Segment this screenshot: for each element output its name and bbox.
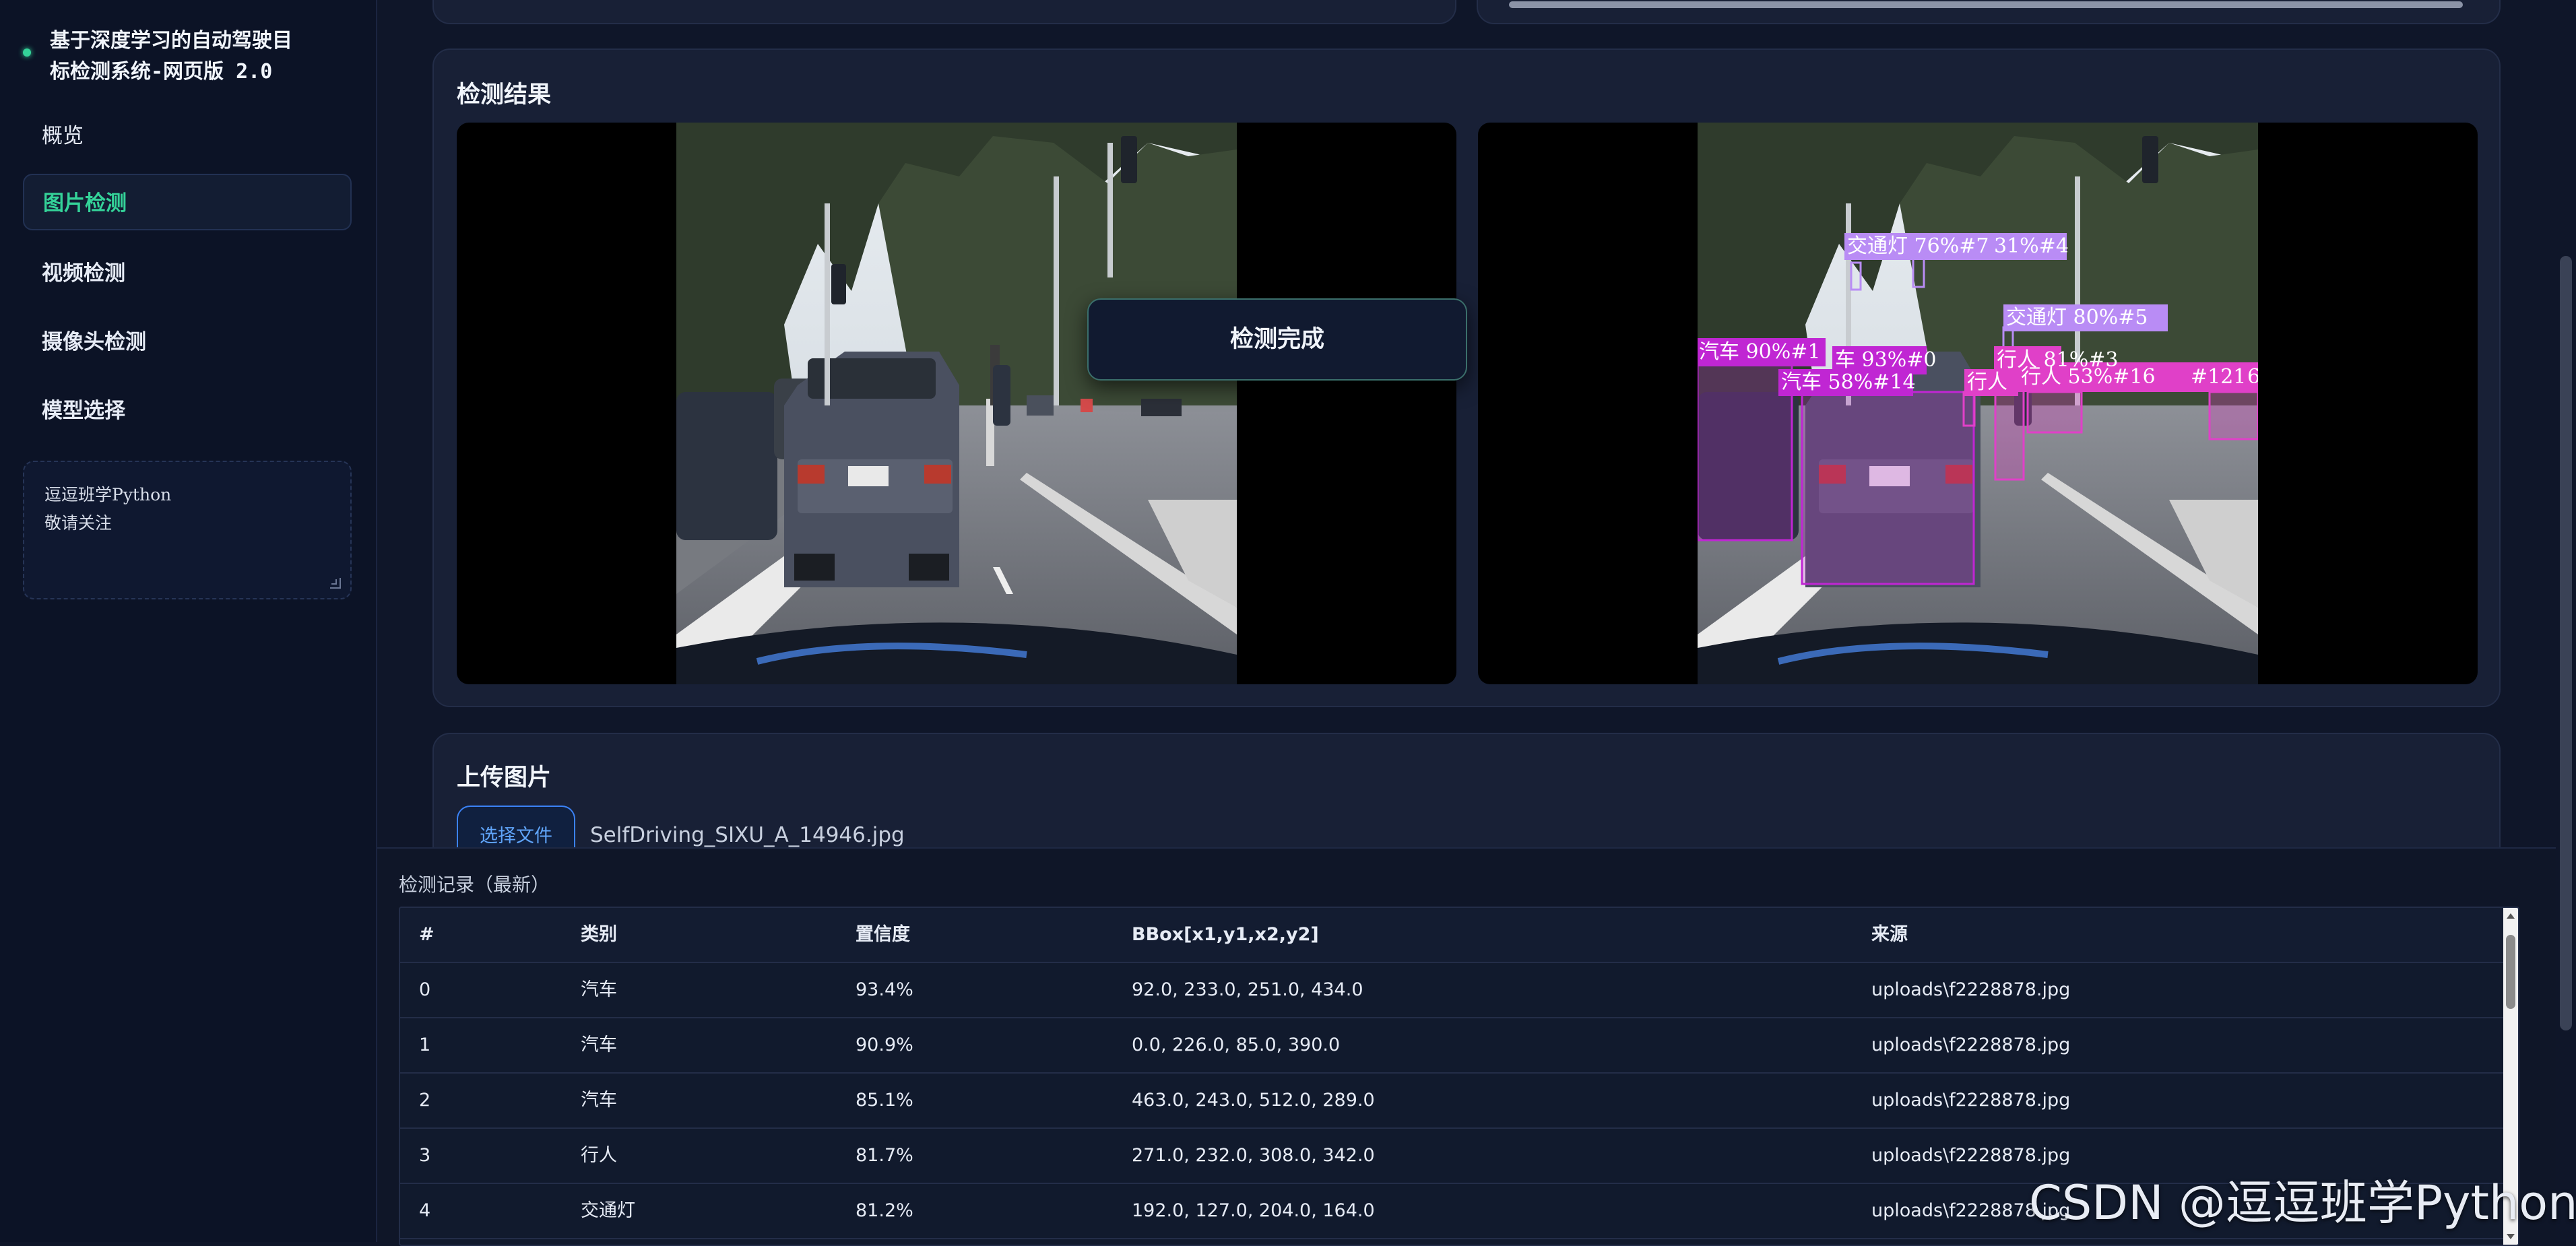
cell-bbox: 463.0, 243.0, 512.0, 289.0	[1132, 1090, 1375, 1111]
app-title-line-1: 基于深度学习的自动驾驶目	[50, 29, 292, 53]
page-scrollbar[interactable]	[2556, 0, 2576, 1242]
records-title: 检测记录（最新）	[399, 874, 550, 896]
original-image	[676, 123, 1237, 684]
detection-results-card: 检测结果 交通灯 76%#7 31%#4 交通灯 80%#5 汽车 90%#1 …	[432, 48, 2501, 707]
label-car-14: 汽车 58%#14	[1781, 370, 1916, 394]
label-traffic-light-2: 交通灯 80%#5	[2006, 306, 2148, 329]
app-title-line-2: 标检测系统-网页版 2.0	[50, 60, 273, 84]
table-row[interactable]: 1 汽车 90.9% 0.0, 226.0, 85.0, 390.0 uploa…	[400, 1018, 2518, 1074]
cell-bbox: 192.0, 127.0, 204.0, 164.0	[1132, 1200, 1375, 1221]
scroll-down-icon[interactable]	[2507, 1234, 2515, 1239]
cell-source: uploads\f2228878.jpg	[1871, 1035, 2071, 1055]
label-traffic-light-1b: 31%#4	[1994, 234, 2069, 258]
nav-item-camera-detection[interactable]: 摄像头检测	[23, 314, 352, 370]
road-scene-result	[1698, 123, 2258, 684]
cell-class: 行人	[581, 1145, 617, 1166]
nav-item-model-select[interactable]: 模型选择	[23, 383, 352, 439]
cell-bbox: 92.0, 233.0, 251.0, 434.0	[1132, 979, 1363, 1000]
brand: 基于深度学习的自动驾驶目 标检测系统-网页版 2.0	[23, 26, 353, 88]
previous-card-right	[1477, 0, 2501, 24]
label-person: 行人	[1967, 370, 2007, 394]
resize-handle-icon[interactable]	[330, 578, 341, 589]
upload-title: 上传图片	[457, 764, 552, 791]
note-line-2: 敬请关注	[44, 513, 112, 533]
cell-class: 汽车	[581, 979, 617, 1000]
label-121: #121	[2191, 365, 2247, 389]
label-person-16: 行人 53%#16	[2021, 365, 2156, 389]
col-source: 来源	[1871, 924, 1908, 945]
col-confidence: 置信度	[856, 924, 910, 945]
note-line-1: 逗逗班学Python	[44, 485, 172, 504]
nav-item-image-detection[interactable]: 图片检测	[23, 174, 352, 230]
cell-confidence: 85.1%	[856, 1090, 913, 1111]
note-textarea[interactable]: 逗逗班学Python 敬请关注	[23, 461, 352, 599]
app-title: 基于深度学习的自动驾驶目 标检测系统-网页版 2.0	[50, 26, 292, 88]
cell-index: 0	[419, 979, 431, 1000]
cell-class: 汽车	[581, 1090, 617, 1111]
progress-bar	[1509, 1, 2463, 8]
nav-item-overview[interactable]: 概览	[23, 108, 352, 164]
watermark: CSDN @逗逗班学Python	[2029, 1175, 2576, 1231]
page-scroll-thumb[interactable]	[2560, 256, 2572, 1030]
cell-confidence: 93.4%	[856, 979, 913, 1000]
table-header: # 类别 置信度 BBox[x1,y1,x2,y2] 来源	[400, 908, 2518, 963]
results-title: 检测结果	[457, 81, 552, 108]
cell-class: 汽车	[581, 1035, 617, 1055]
detection-complete-toast: 检测完成	[1087, 298, 1467, 381]
road-scene-original	[676, 123, 1237, 684]
nav-item-video-detection[interactable]: 视频检测	[23, 245, 352, 302]
table-row[interactable]: 2 汽车 85.1% 463.0, 243.0, 512.0, 289.0 up…	[400, 1074, 2518, 1129]
cell-index: 3	[419, 1145, 431, 1166]
cell-index: 1	[419, 1035, 431, 1055]
cell-class: 交通灯	[581, 1200, 635, 1221]
cell-confidence: 90.9%	[856, 1035, 913, 1055]
label-traffic-light-1: 交通灯 76%#7	[1847, 234, 1989, 258]
col-bbox: BBox[x1,y1,x2,y2]	[1132, 924, 1319, 945]
cell-bbox: 0.0, 226.0, 85.0, 390.0	[1132, 1035, 1341, 1055]
scroll-up-icon[interactable]	[2507, 913, 2515, 919]
cell-confidence: 81.7%	[856, 1145, 913, 1166]
col-index: #	[419, 924, 434, 945]
cell-index: 4	[419, 1200, 431, 1221]
selected-file-name: SelfDriving_SIXU_A_14946.jpg	[590, 823, 905, 847]
original-image-panel	[457, 123, 1456, 684]
previous-card-left	[432, 0, 1456, 24]
col-class: 类别	[581, 924, 617, 945]
label-car-1: 汽车 90%#1	[1699, 340, 1821, 364]
cell-index: 2	[419, 1090, 431, 1111]
table-scroll-thumb[interactable]	[2506, 935, 2515, 1009]
result-image-panel: 交通灯 76%#7 31%#4 交通灯 80%#5 汽车 90%#1 车 93%…	[1478, 123, 2478, 684]
result-image: 交通灯 76%#7 31%#4 交通灯 80%#5 汽车 90%#1 车 93%…	[1698, 123, 2258, 684]
cell-source: uploads\f2228878.jpg	[1871, 979, 2071, 1000]
status-dot	[23, 48, 31, 57]
table-row[interactable]: 0 汽车 93.4% 92.0, 233.0, 251.0, 434.0 upl…	[400, 963, 2518, 1018]
cell-source: uploads\f2228878.jpg	[1871, 1090, 2071, 1111]
sidebar: 基于深度学习的自动驾驶目 标检测系统-网页版 2.0 概览 图片检测 视频检测 …	[0, 0, 377, 1242]
label-6: 6	[2247, 365, 2258, 389]
cell-confidence: 81.2%	[856, 1200, 913, 1221]
cell-bbox: 271.0, 232.0, 308.0, 342.0	[1132, 1145, 1375, 1166]
